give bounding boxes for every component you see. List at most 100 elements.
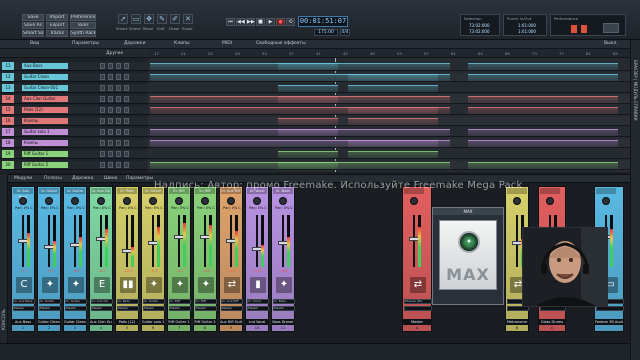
track-row[interactable]: 17 Guitar solo 1: [0, 128, 148, 137]
output-select[interactable]: Master: [221, 306, 243, 311]
solo-button[interactable]: [108, 85, 113, 91]
output-select[interactable]: Master: [247, 306, 269, 311]
strip-input-label[interactable]: In: Pads: [117, 188, 137, 194]
track-lane[interactable]: [148, 84, 630, 93]
pointer-icon[interactable]: ➚: [118, 14, 128, 24]
track-name[interactable]: Клипы: [22, 118, 68, 124]
track-row[interactable]: 20 Riff Guitar 2: [0, 161, 148, 170]
solo-button[interactable]: [108, 118, 113, 124]
play-icon[interactable]: ▶: [266, 18, 275, 26]
pan-knob[interactable]: [253, 197, 261, 205]
pan-knob[interactable]: [201, 197, 209, 205]
arm-button[interactable]: [116, 63, 121, 69]
mute-button[interactable]: [100, 85, 105, 91]
mute-button[interactable]: [100, 63, 105, 69]
pan-knob[interactable]: [227, 197, 235, 205]
off-toggle[interactable]: Выкл.: [604, 41, 618, 46]
clip[interactable]: [278, 118, 338, 125]
track-name[interactable]: Aux Bass: [22, 63, 68, 69]
clip[interactable]: [348, 107, 438, 114]
stop-icon[interactable]: ■: [256, 18, 265, 26]
strip-input-label[interactable]: In: Guitar: [65, 188, 85, 194]
channel-strip[interactable]: In: Guitar Pan: 0% C -8.0 ✦ In: Guitar Master…: [63, 186, 87, 332]
solo-button[interactable]: [108, 74, 113, 80]
input-select[interactable]: In: Vocal: [247, 299, 269, 304]
channel-strip[interactable]: In: Aux Gtr Pan: 0% C -6.2 E In: Aux Gtr Mast…: [89, 186, 113, 332]
track-lane[interactable]: [148, 139, 630, 148]
back-icon[interactable]: ◀◀: [236, 18, 245, 26]
track-name[interactable]: Riff Guitar 1: [22, 151, 68, 157]
output-select[interactable]: Master: [143, 306, 165, 311]
menu-midi[interactable]: MIDI: [222, 41, 232, 46]
console-menu-options[interactable]: Параметры: [126, 176, 153, 181]
mute-button[interactable]: [100, 140, 105, 146]
volume-fader[interactable]: [256, 215, 258, 267]
tracks-button[interactable]: Tracks: [46, 30, 68, 37]
channel-strip[interactable]: In: Guitar Pan: 0% C -5.7 ✦ In: Guitar Master…: [141, 186, 165, 332]
clip[interactable]: [468, 140, 618, 147]
strip-input-label[interactable]: In: Aux Gtr: [91, 188, 111, 194]
pan-knob[interactable]: [279, 197, 287, 205]
punch-to[interactable]: 1:01:000: [518, 29, 536, 34]
pan-knob[interactable]: [123, 197, 131, 205]
pan-knob[interactable]: [71, 197, 79, 205]
output-select[interactable]: Master: [65, 306, 87, 311]
export-button[interactable]: Export: [46, 22, 68, 29]
volume-fader[interactable]: [100, 215, 102, 267]
preferences-button[interactable]: Preferences: [70, 14, 96, 21]
solo-button[interactable]: [108, 63, 113, 69]
volume-fader[interactable]: [48, 215, 50, 267]
pan-knob[interactable]: [602, 197, 610, 205]
loop-icon[interactable]: ⟲: [286, 18, 295, 26]
selection-to[interactable]: 73:02:000: [469, 29, 490, 34]
track-lane[interactable]: [148, 150, 630, 159]
arm-button[interactable]: [116, 74, 121, 80]
solo-button[interactable]: [108, 96, 113, 102]
punch-from[interactable]: 1:01:000: [518, 23, 536, 28]
input-select[interactable]: In: Riff: [195, 299, 217, 304]
mute-button[interactable]: [100, 107, 105, 113]
solo-button[interactable]: [108, 162, 113, 168]
console-menu-bus[interactable]: Шина: [104, 176, 117, 181]
erase-icon[interactable]: ✕: [183, 14, 193, 24]
selection-from[interactable]: 73:02:000: [469, 23, 490, 28]
monitor-button[interactable]: [124, 118, 129, 124]
input-select[interactable]: In: Guitar: [39, 299, 61, 304]
input-select[interactable]: In: Aux Bass: [13, 299, 35, 304]
channel-strip[interactable]: In: Aux Bass Pan: 0% C -7.1 C In: Aux Bass Ma…: [11, 186, 35, 332]
clip[interactable]: [348, 118, 438, 125]
tools-button[interactable]: Tools: [70, 22, 96, 29]
move-icon[interactable]: ✥: [144, 14, 154, 24]
arm-button[interactable]: [116, 162, 121, 168]
volume-fader[interactable]: [178, 215, 180, 267]
monitor-button[interactable]: [124, 140, 129, 146]
input-select[interactable]: In: Guitar: [65, 299, 87, 304]
console-tab[interactable]: КОНСОЛЬ: [1, 270, 7, 330]
performance-toggle[interactable]: [603, 23, 619, 33]
arm-button[interactable]: [116, 151, 121, 157]
plugin-window[interactable]: MAX ✦ MAX: [432, 207, 504, 305]
track-lane[interactable]: [148, 73, 630, 82]
track-row[interactable]: 13 Guitar Clean-001: [0, 84, 148, 93]
input-select[interactable]: Phones (Hi): [404, 299, 432, 304]
input-select[interactable]: In: Pads: [117, 299, 139, 304]
track-name[interactable]: Guitar solo 1: [22, 129, 68, 135]
time-display[interactable]: 00:01:51:07: [298, 16, 348, 27]
record-icon[interactable]: ●: [276, 18, 285, 26]
monitor-button[interactable]: [124, 162, 129, 168]
forward-icon[interactable]: ▶▶: [246, 18, 255, 26]
input-select[interactable]: In: Aux Gtr: [91, 299, 113, 304]
track-row[interactable]: 14 Aux Clen Guitar: [0, 95, 148, 104]
volume-fader[interactable]: [126, 215, 128, 267]
input-select[interactable]: In: Aux Riff: [221, 299, 243, 304]
arm-button[interactable]: [116, 118, 121, 124]
meter-field[interactable]: 4/4: [340, 29, 350, 36]
monitor-button[interactable]: [124, 107, 129, 113]
input-select[interactable]: In: Riff: [169, 299, 191, 304]
channel-strip[interactable]: In: Riff Pan: 0% C -4.6 ✦ In: Riff Master Riff…: [193, 186, 217, 332]
channel-strip[interactable]: In: Riff Pan: 0% C -4.1 ✦ In: Riff Master Riff…: [167, 186, 191, 332]
console-menu-modules[interactable]: Модули: [14, 176, 32, 181]
strip-input-label[interactable]: [540, 188, 560, 194]
synth-rack-button[interactable]: Synth Rack: [70, 30, 96, 37]
channel-strip[interactable]: In: Vocal Pan: 0% C -10.2 ▮ In: Vocal Master L…: [245, 186, 269, 332]
